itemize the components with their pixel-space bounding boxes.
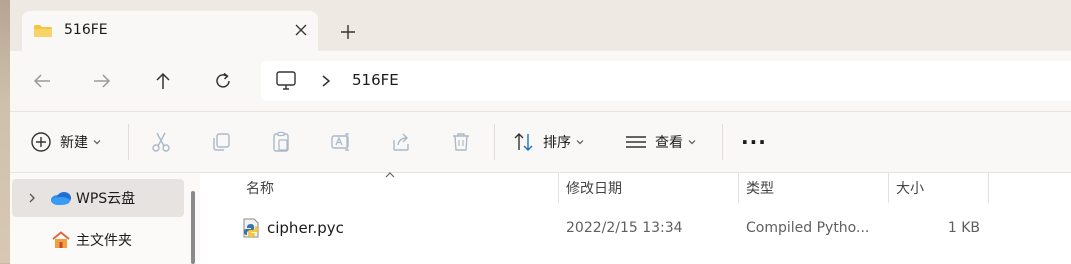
chevron-right-icon[interactable]	[26, 192, 38, 204]
toolbar-divider	[494, 124, 495, 160]
this-pc-icon	[276, 71, 296, 90]
file-type: Compiled Pytho...	[746, 220, 870, 236]
back-button[interactable]	[28, 67, 56, 95]
cloud-icon	[51, 192, 71, 205]
file-name-cell: cipher.pyc	[242, 211, 344, 245]
share-button[interactable]	[390, 126, 412, 158]
sidebar-scrollbar[interactable]	[191, 191, 195, 264]
file-size: 1 KB	[947, 220, 980, 236]
column-header-size[interactable]: 大小	[896, 173, 924, 203]
home-icon	[52, 231, 70, 248]
close-tab-button[interactable]	[290, 19, 312, 41]
close-icon	[295, 24, 307, 36]
view-button[interactable]: 查看	[625, 126, 697, 158]
share-icon	[393, 133, 409, 151]
column-divider[interactable]	[738, 173, 739, 203]
sort-button[interactable]: 排序	[513, 126, 585, 158]
delete-button[interactable]	[450, 126, 472, 158]
content-area: WPS云盘 主文件夹 名称 修改日期 类型 大小 cipher.pyc 2022…	[10, 172, 1071, 264]
file-modified: 2022/2/15 13:34	[566, 220, 683, 236]
address-bar[interactable]: 516FE	[261, 61, 1071, 101]
tab-title: 516FE	[64, 22, 108, 38]
add-circle-icon	[31, 132, 51, 152]
paste-button[interactable]	[270, 126, 292, 158]
toolbar-divider	[722, 124, 723, 160]
column-divider[interactable]	[558, 173, 559, 203]
new-button[interactable]: 新建	[30, 126, 102, 158]
up-button[interactable]	[149, 67, 177, 95]
view-label: 查看	[655, 135, 683, 151]
back-arrow-icon	[33, 74, 50, 88]
chevron-down-icon	[93, 140, 101, 145]
more-icon: ···	[741, 130, 767, 154]
column-divider[interactable]	[888, 173, 889, 203]
column-divider[interactable]	[988, 173, 989, 203]
view-list-icon	[626, 136, 646, 148]
tab-516fe[interactable]: 516FE	[22, 11, 318, 51]
toolbar-divider	[128, 124, 129, 160]
file-list: 名称 修改日期 类型 大小 cipher.pyc 2022/2/15 13:34	[206, 172, 1071, 264]
navigation-pane: WPS云盘 主文件夹	[10, 173, 200, 264]
sidebar-item-label: WPS云盘	[76, 191, 136, 207]
clipboard-icon	[273, 131, 289, 152]
up-arrow-icon	[156, 72, 170, 89]
column-header-name[interactable]: 名称	[246, 173, 274, 203]
desktop-background	[0, 0, 10, 263]
refresh-button[interactable]	[209, 67, 237, 95]
breadcrumb-segment[interactable]: 516FE	[352, 71, 399, 89]
copy-icon	[213, 133, 230, 151]
sort-label: 排序	[543, 135, 571, 151]
refresh-icon	[216, 72, 230, 88]
forward-button[interactable]	[88, 67, 116, 95]
title-bar: 516FE	[10, 0, 1071, 51]
trash-icon	[453, 133, 469, 151]
python-file-icon	[243, 218, 259, 238]
chevron-down-icon	[688, 140, 696, 145]
sort-icon	[514, 133, 533, 151]
rename-button[interactable]	[330, 126, 352, 158]
forward-arrow-icon	[94, 74, 111, 88]
folder-icon	[34, 25, 52, 37]
more-options-button[interactable]: ···	[741, 126, 767, 158]
sidebar-item-label: 主文件夹	[76, 233, 132, 249]
new-tab-button[interactable]	[336, 20, 360, 44]
table-row[interactable]: cipher.pyc 2022/2/15 13:34 Compiled Pyth…	[206, 211, 1071, 245]
breadcrumb-chevron-icon[interactable]	[319, 73, 333, 89]
column-header-modified[interactable]: 修改日期	[566, 173, 622, 203]
rename-icon	[331, 133, 349, 151]
file-name: cipher.pyc	[267, 219, 344, 237]
command-bar: 新建 排序 查看 ···	[10, 111, 1071, 173]
sort-ascending-icon	[385, 172, 395, 178]
chevron-down-icon	[576, 140, 584, 145]
cut-button[interactable]	[150, 126, 172, 158]
navigation-bar: 516FE	[10, 51, 1071, 111]
new-label: 新建	[60, 135, 88, 151]
file-explorer-window: 516FE 516FE 新建 排序 查看 ··· WPS云盘 主文件夹 名称 修…	[10, 0, 1071, 264]
sidebar-item-wps-cloud[interactable]: WPS云盘	[12, 179, 184, 217]
plus-icon	[341, 25, 355, 39]
copy-button[interactable]	[210, 126, 232, 158]
sidebar-item-home[interactable]: 主文件夹	[12, 221, 184, 259]
column-header-type[interactable]: 类型	[746, 173, 774, 203]
scissors-icon	[152, 132, 170, 152]
